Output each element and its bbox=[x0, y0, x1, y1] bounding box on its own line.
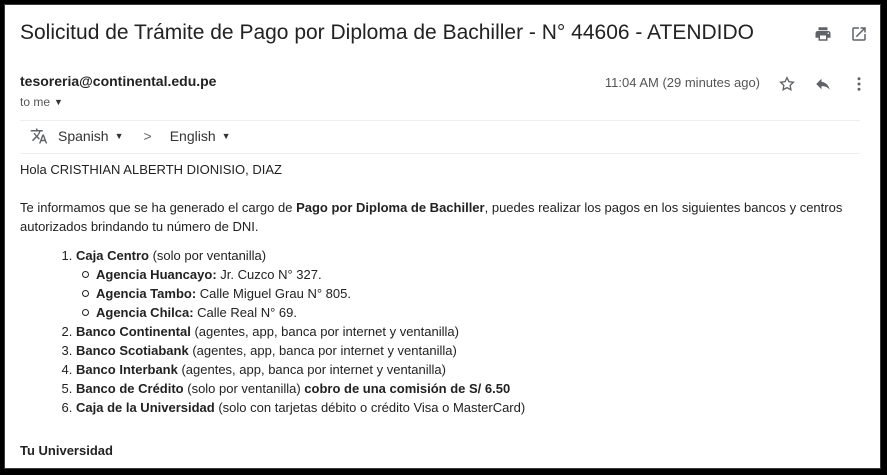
star-icon[interactable] bbox=[776, 73, 798, 95]
commission-note: cobro de una comisión de S/ 6.50 bbox=[304, 381, 511, 396]
open-in-new-icon[interactable] bbox=[848, 23, 870, 45]
translate-bar: Spanish ▼ > English ▼ bbox=[20, 120, 860, 154]
list-item: Banco Interbank (agentes, app, banca por… bbox=[76, 360, 855, 379]
list-item-text: (agentes, app, banca por internet y vent… bbox=[188, 343, 457, 358]
greeting: Hola CRISTHIAN ALBERTH DIONISIO, DIAZ bbox=[20, 162, 282, 177]
sub-list-item: Agencia Huancayo: Jr. Cuzco N° 327. bbox=[82, 265, 855, 284]
list-item: Banco de Crédito (solo por ventanilla) c… bbox=[76, 379, 855, 398]
print-icon[interactable] bbox=[812, 23, 834, 45]
target-language-select[interactable]: English ▼ bbox=[170, 128, 231, 144]
recipient-label: to me bbox=[20, 95, 51, 109]
source-language-label: Spanish bbox=[58, 128, 109, 144]
source-language-select[interactable]: Spanish ▼ bbox=[58, 128, 124, 144]
translate-icon bbox=[30, 127, 48, 145]
list-item: Caja de la Universidad (solo con tarjeta… bbox=[76, 398, 855, 417]
translate-arrow: > bbox=[143, 128, 152, 144]
list-item-bold: Banco Interbank bbox=[76, 362, 178, 377]
list-item-text: (solo con tarjetas débito o crédito Visa… bbox=[214, 400, 526, 415]
translate-controls: Spanish ▼ > English ▼ bbox=[30, 127, 231, 145]
subject-row: Solicitud de Trámite de Pago por Diploma… bbox=[20, 19, 870, 53]
list-item-bold: Caja Centro bbox=[76, 248, 149, 263]
list-item: Banco Scotiabank (agentes, app, banca po… bbox=[76, 341, 855, 360]
sub-item-text: Jr. Cuzco N° 327. bbox=[216, 267, 322, 282]
recipient-details-toggle[interactable]: to me ▼ bbox=[20, 95, 63, 109]
list-item-text: (solo por ventanilla) bbox=[183, 381, 305, 396]
sub-item-text: Calle Miguel Grau N° 805. bbox=[196, 286, 351, 301]
email-subject: Solicitud de Trámite de Pago por Diploma… bbox=[20, 21, 755, 44]
message-actions bbox=[776, 73, 870, 95]
intro-paragraph: Te informamos que se ha generado el carg… bbox=[20, 198, 855, 236]
email-view: Solicitud de Trámite de Pago por Diploma… bbox=[4, 4, 881, 469]
list-item-text: (agentes, app, banca por internet y vent… bbox=[177, 362, 446, 377]
intro-text: Te informamos que se ha generado el carg… bbox=[20, 200, 297, 215]
payment-locations-list: Caja Centro (solo por ventanilla) Agenci… bbox=[20, 246, 855, 417]
chevron-down-icon: ▼ bbox=[54, 97, 63, 107]
sub-list-item: Agencia Tambo: Calle Miguel Grau N° 805. bbox=[82, 284, 855, 303]
signature: Tu Universidad bbox=[20, 443, 113, 458]
list-item-bold: Banco de Crédito bbox=[76, 381, 184, 396]
reply-icon[interactable] bbox=[812, 73, 834, 95]
list-item-text: (agentes, app, banca por internet y vent… bbox=[190, 324, 459, 339]
list-item-bold: Caja de la Universidad bbox=[76, 400, 215, 415]
list-item-bold: Banco Continental bbox=[76, 324, 191, 339]
sub-list-item: Agencia Chilca: Calle Real N° 69. bbox=[82, 303, 855, 322]
sub-item-bold: Agencia Tambo: bbox=[96, 286, 197, 301]
caret-down-icon: ▼ bbox=[221, 131, 231, 141]
subject-actions bbox=[812, 23, 870, 45]
agency-sublist: Agencia Huancayo: Jr. Cuzco N° 327. Agen… bbox=[76, 265, 855, 322]
sub-item-text: Calle Real N° 69. bbox=[193, 305, 297, 320]
list-item: Caja Centro (solo por ventanilla) Agenci… bbox=[76, 246, 855, 322]
list-item: Banco Continental (agentes, app, banca p… bbox=[76, 322, 855, 341]
email-body: Hola CRISTHIAN ALBERTH DIONISIO, DIAZ Te… bbox=[20, 160, 855, 417]
sub-item-bold: Agencia Chilca: bbox=[96, 305, 194, 320]
sender-email[interactable]: tesoreria@continental.edu.pe bbox=[20, 73, 216, 89]
list-item-bold: Banco Scotiabank bbox=[76, 343, 189, 358]
sender-row: tesoreria@continental.edu.pe 11:04 AM (2… bbox=[20, 73, 870, 93]
email-timestamp: 11:04 AM (29 minutes ago) bbox=[604, 75, 760, 90]
intro-bold: Pago por Diploma de Bachiller bbox=[296, 200, 485, 215]
list-item-text: (solo por ventanilla) bbox=[148, 248, 267, 263]
sub-item-bold: Agencia Huancayo: bbox=[96, 267, 217, 282]
target-language-label: English bbox=[169, 128, 216, 144]
more-vert-icon[interactable] bbox=[848, 73, 870, 95]
caret-down-icon: ▼ bbox=[114, 131, 124, 141]
